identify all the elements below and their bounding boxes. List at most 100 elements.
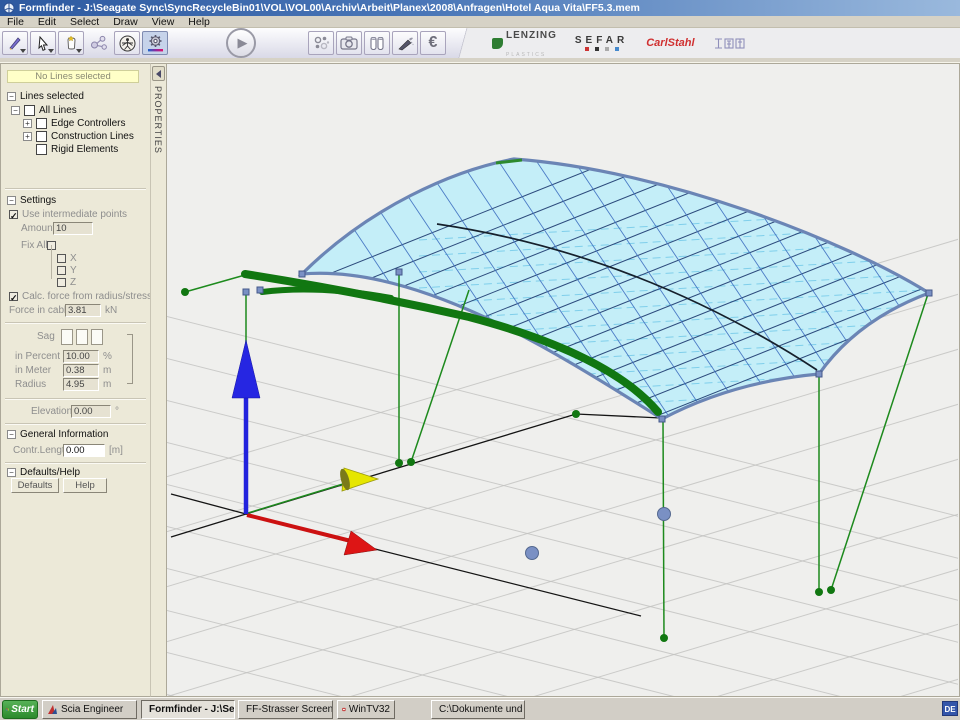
defaults-button[interactable]: Defaults	[11, 478, 59, 493]
task-formfinder[interactable]: Formfinder - J:\Seaga...	[141, 700, 235, 719]
collapse-icon[interactable]	[11, 106, 20, 115]
scia-icon	[47, 704, 58, 715]
gear-icon	[147, 34, 164, 52]
divider	[5, 462, 146, 464]
materials-button[interactable]	[364, 31, 390, 55]
select-tool-button[interactable]	[30, 31, 56, 55]
edge-controllers-checkbox[interactable]	[36, 118, 47, 129]
dropdown-arrow-icon[interactable]	[48, 49, 54, 53]
lenzing-logo: LENZING PLASTICS	[492, 25, 557, 61]
radius-row: Radius m	[15, 378, 111, 391]
sag-option-button[interactable]	[61, 329, 73, 345]
properties-tab-label[interactable]: PROPERTIES	[153, 86, 163, 154]
tree-all-lines[interactable]: All Lines	[11, 104, 77, 117]
menu-select[interactable]: Select	[63, 16, 106, 28]
calc-force-checkbox[interactable]	[9, 292, 18, 301]
cost-button[interactable]: €	[420, 31, 446, 55]
carlstahl-logo: CarlStahl	[646, 37, 694, 49]
dropdown-arrow-icon[interactable]	[20, 49, 26, 53]
expand-icon[interactable]	[23, 119, 32, 128]
amount-input[interactable]	[53, 222, 93, 235]
amount-row: Amount	[21, 222, 93, 235]
partner-logos-strip: LENZING PLASTICS SEFAR CarlStahl	[474, 28, 960, 58]
windows-flag-icon	[6, 704, 9, 715]
sefar-logo: SEFAR	[575, 35, 628, 51]
collapse-icon[interactable]	[7, 196, 16, 205]
contr-length-input[interactable]	[63, 444, 105, 457]
tree-construction-lines[interactable]: Construction Lines	[23, 130, 134, 143]
sag-percent-input[interactable]	[63, 350, 99, 363]
generate-tool-button[interactable]	[308, 31, 334, 55]
sag-option-button[interactable]	[76, 329, 88, 345]
task-dokumente-folder[interactable]: C:\Dokumente und Einst...	[431, 700, 525, 719]
sag-meter-input[interactable]	[63, 364, 99, 377]
sag-row: Sag	[37, 330, 106, 343]
task-wintv32[interactable]: WinTV32	[337, 700, 395, 719]
analysis-tool-button[interactable]	[114, 31, 140, 55]
tree-lines-selected[interactable]: Lines selected	[7, 90, 84, 103]
menu-edit[interactable]: Edit	[31, 16, 63, 28]
draw-tool-button[interactable]	[2, 31, 28, 55]
use-intermediate-checkbox[interactable]	[9, 210, 18, 219]
language-indicator[interactable]: DE	[942, 701, 958, 716]
collapse-icon[interactable]	[7, 430, 16, 439]
divider	[5, 188, 146, 190]
euro-icon: €	[429, 34, 438, 52]
formfinding-tool-button[interactable]	[86, 31, 112, 55]
general-information-header[interactable]: General Information	[7, 428, 108, 441]
radius-input[interactable]	[63, 378, 99, 391]
calc-force-row: Calc. force from radius/stress	[9, 290, 152, 303]
menu-file[interactable]: File	[0, 16, 31, 28]
vitruvian-man-icon	[119, 35, 136, 52]
gears-cluster-icon	[313, 35, 330, 51]
main-toolbar: ▶	[0, 28, 960, 58]
fix-x-checkbox[interactable]	[57, 254, 66, 263]
settings-tool-button[interactable]	[142, 31, 168, 55]
properties-panel: No Lines selected Lines selected All Lin…	[0, 63, 150, 697]
menu-help[interactable]: Help	[181, 16, 217, 28]
toolbar-edge-divider	[452, 28, 474, 58]
tree-edge-controllers[interactable]: Edge Controllers	[23, 117, 125, 130]
collapse-icon[interactable]	[7, 468, 16, 477]
app-icon	[3, 2, 15, 14]
formfinder-window: Formfinder - J:\Seagate Sync\SyncRecycle…	[0, 0, 960, 720]
task-scia-engineer[interactable]: Scia Engineer	[42, 700, 137, 719]
dropdown-arrow-icon[interactable]	[76, 49, 82, 53]
collapse-icon[interactable]	[7, 92, 16, 101]
properties-tab-strip: PROPERTIES	[150, 63, 167, 697]
in-meter-row: in Meter m	[15, 364, 111, 377]
main-area: No Lines selected Lines selected All Lin…	[0, 62, 960, 697]
task-ff-strasser[interactable]: FF-Strasser Screenshot -...	[238, 700, 333, 719]
help-button[interactable]: Help	[63, 478, 107, 493]
settings-header[interactable]: Settings	[7, 194, 56, 207]
fix-z-checkbox[interactable]	[57, 278, 66, 287]
force-in-cable-input[interactable]	[65, 304, 101, 317]
viewport-3d[interactable]	[167, 63, 960, 697]
play-icon: ▶	[238, 35, 248, 51]
molecule-icon	[90, 35, 108, 51]
menu-view[interactable]: View	[145, 16, 182, 28]
annotation-pen-button[interactable]	[392, 31, 418, 55]
menu-draw[interactable]: Draw	[106, 16, 145, 28]
scene-svg	[167, 64, 958, 697]
camera-icon	[340, 36, 358, 50]
selection-status-banner: No Lines selected	[7, 70, 139, 83]
screenshot-button[interactable]	[336, 31, 362, 55]
all-lines-checkbox[interactable]	[24, 105, 35, 116]
sag-option-button[interactable]	[91, 329, 103, 345]
run-formfinding-button[interactable]: ▶	[226, 28, 256, 58]
airbrush-pen-icon	[397, 36, 414, 51]
window-title: Formfinder - J:\Seagate Sync\SyncRecycle…	[19, 2, 640, 14]
rigid-elements-checkbox[interactable]	[36, 144, 47, 155]
create-tool-button[interactable]	[58, 31, 84, 55]
tree-rigid-elements[interactable]: Rigid Elements	[36, 143, 118, 156]
collapse-panel-button[interactable]	[152, 66, 165, 81]
construction-lines-checkbox[interactable]	[36, 131, 47, 142]
fix-y-checkbox[interactable]	[57, 266, 66, 275]
wintv-icon	[342, 704, 346, 715]
expand-icon[interactable]	[23, 132, 32, 141]
lenzing-text: LENZING	[506, 30, 557, 41]
start-button[interactable]: Start	[2, 700, 38, 719]
title-bar[interactable]: Formfinder - J:\Seagate Sync\SyncRecycle…	[0, 0, 960, 16]
elevation-input[interactable]	[71, 405, 111, 418]
